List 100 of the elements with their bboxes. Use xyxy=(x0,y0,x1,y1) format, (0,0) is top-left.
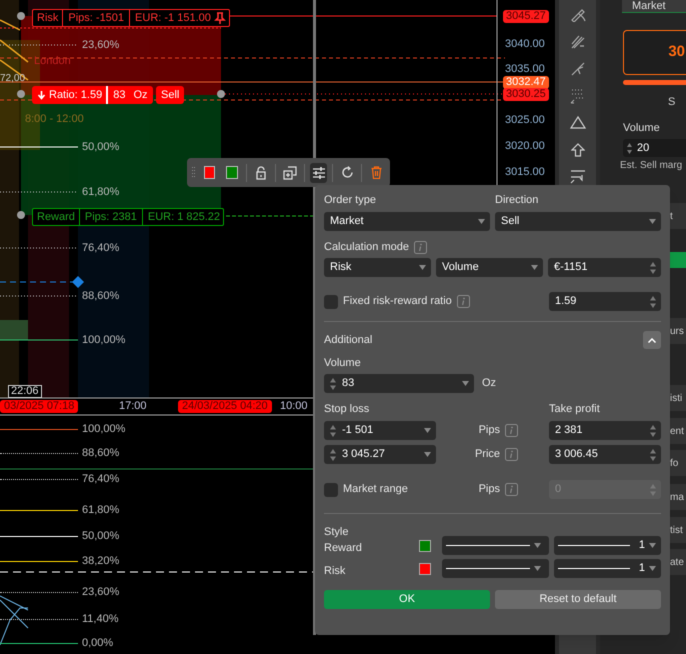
drag-handle[interactable] xyxy=(217,90,225,98)
market-tab[interactable]: Market xyxy=(622,0,686,13)
stepper-icon[interactable] xyxy=(330,448,336,460)
price-axis-label: 3040.00 xyxy=(504,38,546,51)
margin-label: Est. Sell marg xyxy=(620,160,682,172)
price-card[interactable]: 30 xyxy=(623,30,686,75)
down-arrow-icon xyxy=(37,90,46,100)
color-swatch[interactable] xyxy=(419,562,431,574)
pin-icon[interactable] xyxy=(214,10,226,26)
caret-icon xyxy=(649,219,656,224)
chevron-up-icon xyxy=(648,338,656,342)
stepper-icon[interactable] xyxy=(650,448,656,460)
dotted-grid-icon xyxy=(570,88,586,104)
price-line-drawing xyxy=(0,19,29,81)
input-field[interactable]: 3 006.45 xyxy=(549,445,661,464)
dropdown[interactable]: 83 xyxy=(324,374,474,393)
lock-icon xyxy=(255,166,268,180)
collapse-button[interactable] xyxy=(643,331,661,349)
time-axis-label: 03/2025 07:18 xyxy=(0,400,78,413)
stepper-icon[interactable] xyxy=(650,296,656,308)
dropdown[interactable]: Sell xyxy=(495,212,661,231)
unit-label: Oz xyxy=(482,377,496,390)
caret-icon xyxy=(534,566,541,571)
fib-level-label: 61,80% xyxy=(82,504,120,516)
caret-icon xyxy=(478,219,485,224)
lines-arrow-icon xyxy=(570,170,586,184)
time-axis-label: 24/03/2025 04:20 xyxy=(178,400,272,413)
volume-field[interactable]: 20 xyxy=(623,139,686,157)
caret-icon xyxy=(424,452,431,457)
label-title: Reward xyxy=(36,210,76,225)
color-swatch[interactable] xyxy=(204,166,216,179)
fib-level-label: 100,00% xyxy=(82,334,126,346)
reset-button[interactable]: Reset to default xyxy=(495,590,661,609)
fib-level-label: 76,40% xyxy=(82,242,120,254)
unit-label: Oz xyxy=(132,88,149,103)
fib-level-label: 0,00% xyxy=(82,637,114,649)
label-title: Risk xyxy=(36,11,60,26)
stepper-icon[interactable] xyxy=(330,424,336,436)
stepper-icon[interactable] xyxy=(330,378,336,390)
triangle-icon xyxy=(570,116,586,130)
price-axis-label: 3030.25 xyxy=(503,88,549,101)
pips-value: Pips: 2381 xyxy=(78,209,142,225)
sell-price: 30 xyxy=(668,42,685,62)
cursor-time-label: 22:06 xyxy=(8,385,42,398)
caret-icon xyxy=(419,265,426,270)
fib-level-label: 23,60% xyxy=(82,586,120,598)
fork-icon xyxy=(570,61,586,77)
color-swatch[interactable] xyxy=(419,540,431,552)
stepper-icon[interactable] xyxy=(627,142,632,154)
price-axis-label: 3045.27 xyxy=(503,10,549,23)
caret-icon xyxy=(649,566,656,571)
checkbox[interactable] xyxy=(324,294,338,308)
fib-level-label: 50,00% xyxy=(82,141,120,153)
pips-value: Pips: -1501 xyxy=(62,10,130,26)
input-field[interactable]: 1.59 xyxy=(549,292,661,311)
price-axis-label: 3020.00 xyxy=(504,140,546,153)
session-label: London xyxy=(34,55,71,67)
dropdown[interactable]: Volume xyxy=(436,258,543,277)
line-style-dropdown[interactable] xyxy=(442,559,549,578)
row-label: Price xyxy=(474,448,500,461)
diamond-marker[interactable] xyxy=(72,276,84,288)
price-axis-label: 3025.00 xyxy=(504,114,546,127)
spread-bar xyxy=(623,80,686,85)
settings-button[interactable] xyxy=(310,162,328,182)
field-label: Market range xyxy=(343,483,408,496)
price-axis-label: 3035.00 xyxy=(504,63,546,76)
session-label: 8:00 - 12:00 xyxy=(25,113,84,125)
field-label: Volume xyxy=(324,357,362,370)
fib-level-label: 88,60% xyxy=(82,447,120,459)
input-field[interactable]: €-1151 xyxy=(548,258,661,277)
dropdown[interactable]: 3 045.27 xyxy=(324,445,436,464)
line-width-dropdown[interactable]: 1 xyxy=(554,536,661,555)
field-label: Order type xyxy=(324,194,377,207)
fib-level-label: 88,60% xyxy=(82,290,120,302)
line-width-dropdown[interactable]: 1 xyxy=(554,559,661,578)
color-swatch[interactable] xyxy=(226,166,238,179)
fib-level-label: 61,80% xyxy=(82,186,120,198)
dropdown[interactable]: -1 501 xyxy=(324,421,436,440)
stepper-icon[interactable] xyxy=(650,262,656,274)
input-field[interactable]: 2 381 xyxy=(549,421,661,440)
field-label: Risk xyxy=(324,565,346,578)
caret-icon xyxy=(534,543,541,548)
field-label: Stop loss xyxy=(324,403,370,416)
line-sample-icon xyxy=(446,567,530,570)
time-axis-label: 17:00 xyxy=(119,400,147,413)
dropdown[interactable]: Risk xyxy=(324,258,431,277)
row-label: Pips xyxy=(478,424,500,437)
stepper-icon[interactable] xyxy=(650,424,656,436)
trash-icon xyxy=(370,166,382,179)
line-style-dropdown[interactable] xyxy=(442,536,549,555)
drag-handle[interactable] xyxy=(17,12,25,20)
fib-level-label: 23,60% xyxy=(82,39,120,51)
dropdown[interactable]: Market xyxy=(324,212,490,231)
amount-value: EUR: 1 825.22 xyxy=(142,209,224,225)
ok-button[interactable]: OK xyxy=(324,590,490,609)
fib-level-label: 50,00% xyxy=(82,530,120,542)
field-label: Fixed risk-reward ratio xyxy=(343,295,452,308)
panel-label: S xyxy=(668,96,676,108)
fib-level-label: 100,00% xyxy=(82,423,126,435)
refresh-icon xyxy=(340,166,354,179)
